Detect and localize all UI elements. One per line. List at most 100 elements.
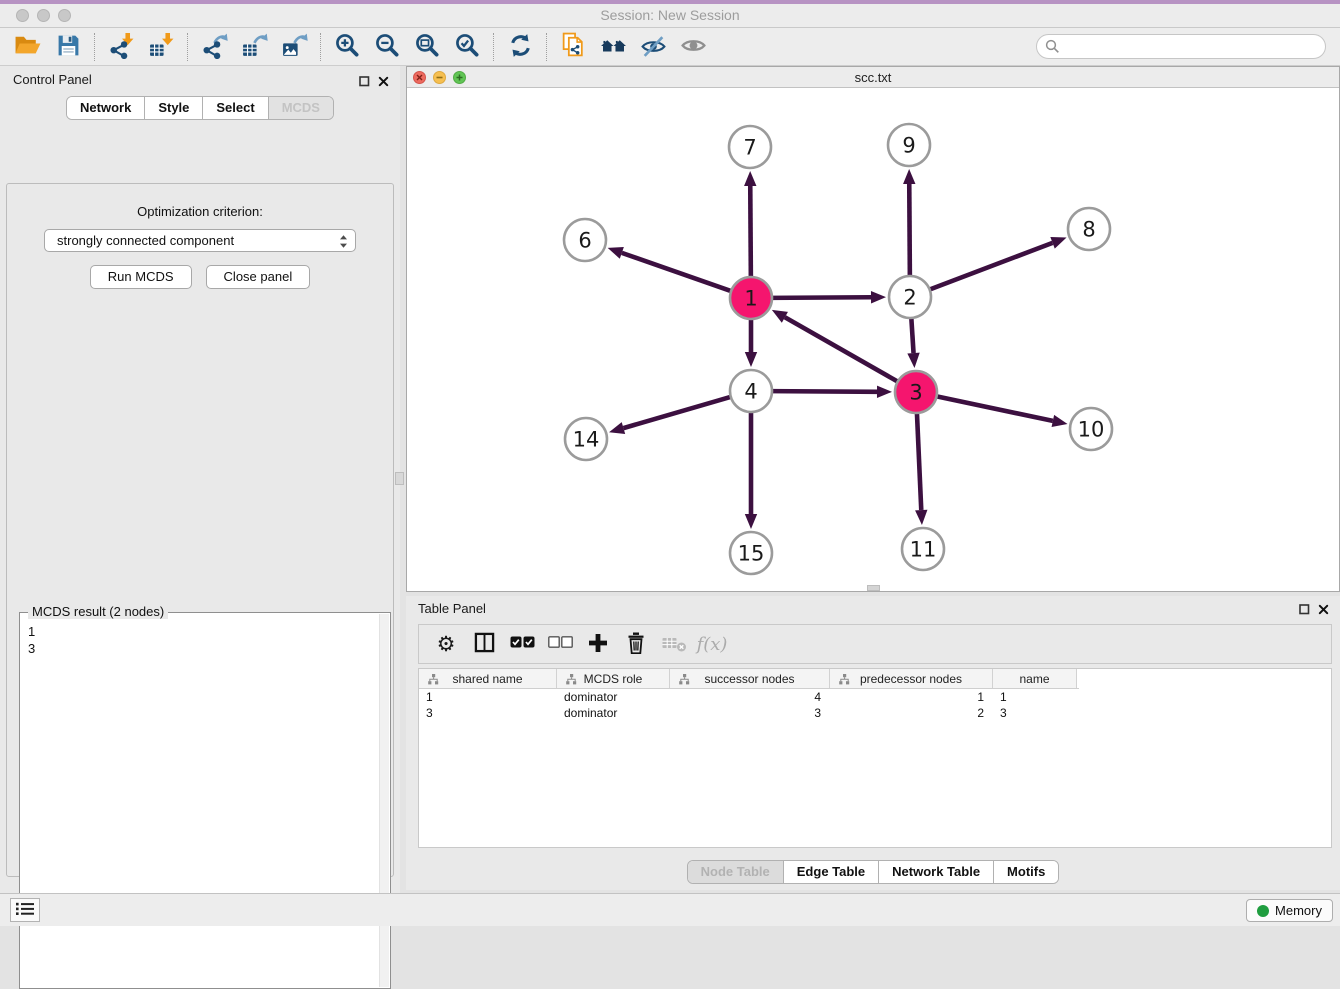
optimization-criterion-label: Optimization criterion: bbox=[7, 204, 393, 219]
tab-node-table[interactable]: Node Table bbox=[688, 861, 783, 883]
table-cell[interactable]: 1 bbox=[419, 689, 557, 705]
table-cell[interactable]: dominator bbox=[557, 689, 670, 705]
table-row[interactable]: 1dominator411 bbox=[419, 689, 1331, 705]
open-session-button[interactable] bbox=[8, 31, 48, 63]
table-panel: Table Panel ⚙f(x) shared nameMCDS rolesu… bbox=[406, 596, 1340, 890]
criterion-select[interactable]: strongly connected component bbox=[44, 229, 356, 252]
network-window-title: scc.txt bbox=[407, 70, 1339, 85]
edge-2-3[interactable] bbox=[911, 317, 913, 353]
edge-1-2[interactable] bbox=[771, 297, 871, 298]
network-view-window: scc.txt 7968124314101511 bbox=[406, 66, 1340, 592]
edge-3-11[interactable] bbox=[917, 412, 921, 510]
panel-splitter-handle[interactable] bbox=[395, 472, 404, 485]
network-canvas[interactable]: 7968124314101511 bbox=[407, 88, 1339, 591]
deselect-all-button[interactable] bbox=[541, 627, 579, 661]
tab-network-table[interactable]: Network Table bbox=[878, 861, 993, 883]
edge-2-9[interactable] bbox=[909, 184, 910, 277]
edge-1-7[interactable] bbox=[750, 186, 751, 278]
column-header-MCDS-role[interactable]: MCDS role bbox=[557, 669, 670, 688]
result-scrollbar[interactable] bbox=[379, 614, 389, 987]
tab-select[interactable]: Select bbox=[202, 97, 267, 119]
duplicate-network-button[interactable] bbox=[553, 31, 593, 63]
graph-node-label: 9 bbox=[902, 134, 915, 158]
float-panel-icon[interactable] bbox=[359, 74, 370, 92]
select-stepper-icon bbox=[339, 234, 348, 252]
search-icon bbox=[1045, 39, 1060, 59]
show-columns-button[interactable] bbox=[465, 627, 503, 661]
network-window-titlebar[interactable]: scc.txt bbox=[407, 67, 1339, 88]
table-cell[interactable]: 3 bbox=[670, 705, 830, 721]
edge-2-8[interactable] bbox=[929, 243, 1053, 290]
table-cell[interactable]: 2 bbox=[830, 705, 993, 721]
column-header-shared-name[interactable]: shared name bbox=[419, 669, 557, 688]
export-network-icon bbox=[201, 32, 228, 62]
refresh-icon bbox=[507, 32, 534, 62]
edge-4-3[interactable] bbox=[771, 391, 877, 392]
tab-style[interactable]: Style bbox=[144, 97, 202, 119]
tab-mcds[interactable]: MCDS bbox=[268, 97, 333, 119]
zoom-fit-button[interactable] bbox=[407, 31, 447, 63]
table-cell[interactable]: 1 bbox=[993, 689, 1077, 705]
export-image-button[interactable] bbox=[274, 31, 314, 63]
open-session-icon bbox=[14, 33, 42, 60]
edge-arrowhead bbox=[1050, 237, 1066, 249]
zoom-out-button[interactable] bbox=[367, 31, 407, 63]
zoom-selected-button[interactable] bbox=[447, 31, 487, 63]
show-all-button[interactable] bbox=[673, 31, 713, 63]
zoom-fit-icon bbox=[414, 32, 441, 62]
delete-row-button[interactable] bbox=[617, 627, 655, 661]
main-toolbar bbox=[0, 28, 1340, 66]
column-header-successor-nodes[interactable]: successor nodes bbox=[670, 669, 830, 688]
edge-1-6[interactable] bbox=[622, 253, 732, 292]
tab-network[interactable]: Network bbox=[67, 97, 144, 119]
close-panel-button[interactable]: Close panel bbox=[206, 265, 311, 289]
add-row-button[interactable] bbox=[579, 627, 617, 661]
function-builder-button: f(x) bbox=[693, 627, 731, 661]
task-history-button[interactable] bbox=[10, 898, 40, 922]
export-network-button[interactable] bbox=[194, 31, 234, 63]
refresh-button[interactable] bbox=[500, 31, 540, 63]
import-network-button[interactable] bbox=[101, 31, 141, 63]
tab-motifs[interactable]: Motifs bbox=[993, 861, 1058, 883]
node-table[interactable]: shared nameMCDS role successor nodes prede… bbox=[418, 668, 1332, 848]
first-neighbors-button[interactable] bbox=[593, 31, 633, 63]
save-session-button[interactable] bbox=[48, 31, 88, 63]
run-mcds-button[interactable]: Run MCDS bbox=[90, 265, 192, 289]
window-title: Session: New Session bbox=[0, 7, 1340, 23]
edge-arrowhead bbox=[907, 353, 919, 368]
table-cell[interactable]: 3 bbox=[419, 705, 557, 721]
export-table-button[interactable] bbox=[234, 31, 274, 63]
table-cell[interactable]: dominator bbox=[557, 705, 670, 721]
toolbar-separator bbox=[546, 33, 547, 61]
table-cell[interactable]: 4 bbox=[670, 689, 830, 705]
memory-button[interactable]: Memory bbox=[1246, 899, 1333, 922]
table-tabs: Node TableEdge TableNetwork TableMotifs bbox=[406, 860, 1340, 884]
column-header-name[interactable]: name bbox=[993, 669, 1077, 688]
memory-label: Memory bbox=[1275, 903, 1322, 918]
close-panel-icon[interactable] bbox=[378, 74, 389, 92]
memory-status-dot bbox=[1257, 905, 1269, 917]
column-header-label: successor nodes bbox=[704, 672, 794, 686]
edge-3-10[interactable] bbox=[936, 396, 1053, 421]
hide-selected-button[interactable] bbox=[633, 31, 673, 63]
close-table-panel-icon[interactable] bbox=[1318, 602, 1329, 620]
zoom-in-button[interactable] bbox=[327, 31, 367, 63]
table-body: 1dominator4113dominator323 bbox=[419, 689, 1331, 721]
table-row[interactable]: 3dominator323 bbox=[419, 705, 1331, 721]
graph-node-label: 2 bbox=[903, 286, 916, 310]
show-all-icon bbox=[680, 32, 707, 62]
table-settings-button[interactable]: ⚙ bbox=[427, 627, 465, 661]
network-splitter-handle[interactable] bbox=[867, 585, 880, 591]
select-all-button[interactable] bbox=[503, 627, 541, 661]
import-table-button[interactable] bbox=[141, 31, 181, 63]
save-session-icon bbox=[56, 33, 81, 61]
search-input[interactable] bbox=[1036, 34, 1326, 59]
table-cell[interactable]: 3 bbox=[993, 705, 1077, 721]
tab-edge-table[interactable]: Edge Table bbox=[783, 861, 878, 883]
edge-4-14[interactable] bbox=[623, 397, 731, 429]
app-window: Session: New Session Control Panel Netwo… bbox=[0, 0, 1340, 926]
edge-3-1[interactable] bbox=[785, 317, 899, 382]
column-header-predecessor-nodes[interactable]: predecessor nodes bbox=[830, 669, 993, 688]
table-cell[interactable]: 1 bbox=[830, 689, 993, 705]
float-table-panel-icon[interactable] bbox=[1299, 602, 1310, 620]
